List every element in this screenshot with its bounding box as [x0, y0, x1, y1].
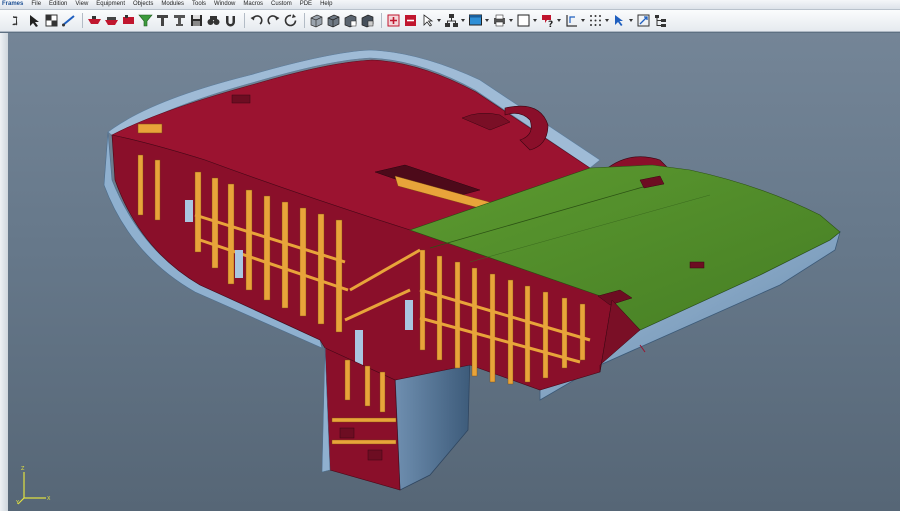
lower-box-hatch[interactable]	[367, 449, 383, 461]
axis-triad: Z X Y	[16, 466, 51, 505]
deck-hatch[interactable]	[231, 94, 251, 104]
ship-block-model[interactable]	[0, 0, 900, 511]
lower-box-hatch[interactable]	[339, 427, 355, 439]
deck-hatch-green[interactable]	[689, 261, 705, 269]
deck-hatch[interactable]	[137, 123, 163, 134]
axis-label-z: Z	[21, 466, 25, 472]
cad-application-window: Frames File Edition View Equipment Objec…	[0, 0, 900, 511]
axis-label-x: X	[47, 496, 51, 502]
